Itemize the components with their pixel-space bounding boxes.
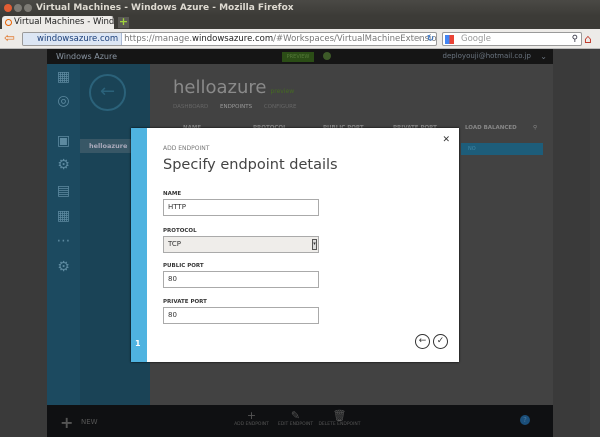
- browser-tab[interactable]: Virtual Machines - Windows Az...: [2, 16, 114, 29]
- chevron-down-icon[interactable]: ⌄: [540, 49, 547, 64]
- minimize-window-button[interactable]: [14, 4, 22, 12]
- user-email[interactable]: deployouji@hotmail.co.jp: [443, 49, 531, 64]
- virtual-machines-icon[interactable]: ▣: [56, 134, 71, 149]
- back-arrow-button[interactable]: ←: [415, 334, 430, 349]
- new-button[interactable]: NEW: [81, 418, 98, 426]
- private-port-label: PRIVATE PORT: [163, 299, 207, 305]
- url-bar[interactable]: windowsazure.com https://manage.windowsaz…: [22, 32, 437, 46]
- all-items-icon[interactable]: ▦: [56, 70, 71, 85]
- window-titlebar: Virtual Machines - Windows Azure - Mozil…: [0, 0, 600, 16]
- preview-badge[interactable]: PREVIEW: [282, 52, 314, 62]
- close-icon[interactable]: ✕: [442, 135, 450, 145]
- protocol-select[interactable]: TCP ▾: [163, 236, 319, 253]
- tab-configure[interactable]: CONFIGURE: [264, 104, 297, 110]
- public-port-label: PUBLIC PORT: [163, 263, 204, 269]
- url-prefix: https://manage.: [124, 34, 193, 44]
- plus-icon[interactable]: +: [60, 413, 73, 432]
- edit-endpoint-label: EDIT ENDPOINT: [277, 422, 314, 427]
- dialog-title: Specify endpoint details: [163, 157, 338, 173]
- new-tab-button[interactable]: +: [118, 16, 129, 28]
- search-icon[interactable]: ⚲: [572, 33, 578, 45]
- protocol-label: PROTOCOL: [163, 228, 197, 234]
- search-input[interactable]: Google ⚲: [442, 32, 582, 46]
- pencil-icon: ✎: [290, 409, 301, 422]
- tab-title: Virtual Machines - Windows Az...: [14, 17, 114, 27]
- delete-endpoint-label: DELETE ENDPOINT: [318, 422, 361, 427]
- tab-endpoints[interactable]: ENDPOINTS: [220, 104, 252, 110]
- tab-bar: Virtual Machines - Windows Az... +: [0, 16, 600, 29]
- bookmark-star-icon[interactable]: ☆▾: [410, 33, 422, 45]
- settings-icon[interactable]: ⚙: [56, 260, 71, 275]
- service-sidebar: ▦ ◎ ▣ ⚙ ▤ ▦ ⋯ ⚙: [47, 64, 80, 405]
- storage-icon[interactable]: ▦: [56, 209, 71, 224]
- dropdown-arrow-icon[interactable]: ▾: [312, 239, 317, 250]
- step-number: 1: [135, 339, 141, 348]
- networks-icon[interactable]: ⋯: [56, 234, 71, 249]
- navigation-bar: ⇦ windowsazure.com https://manage.windows…: [0, 29, 600, 49]
- edit-endpoint-button[interactable]: ✎ EDIT ENDPOINT: [273, 409, 318, 427]
- search-placeholder: Google: [461, 34, 491, 44]
- confirm-check-button[interactable]: ✓: [433, 334, 448, 349]
- site-identity[interactable]: windowsazure.com: [23, 33, 123, 45]
- table-row[interactable]: NO: [461, 143, 543, 155]
- protocol-value: TCP: [168, 240, 181, 248]
- window-title: Virtual Machines - Windows Azure - Mozil…: [36, 3, 294, 13]
- windows-azure-logo[interactable]: Windows Azure: [56, 49, 117, 64]
- help-icon[interactable]: ?: [520, 415, 530, 425]
- public-port-field[interactable]: 80: [163, 271, 319, 288]
- close-window-button[interactable]: [4, 4, 12, 12]
- name-label: NAME: [163, 191, 182, 197]
- url-domain: windowsazure.com: [192, 34, 274, 44]
- table-search-icon[interactable]: ⚲: [533, 125, 537, 131]
- home-icon[interactable]: ⌂: [584, 32, 592, 46]
- page-title: helloazure: [173, 77, 267, 98]
- tab-dashboard[interactable]: DASHBOARD: [173, 104, 208, 110]
- reload-icon[interactable]: ↻: [427, 33, 434, 45]
- feedback-icon[interactable]: [323, 52, 331, 60]
- google-icon: [445, 35, 454, 44]
- web-sites-icon[interactable]: ◎: [56, 94, 71, 109]
- add-endpoint-button[interactable]: + ADD ENDPOINT: [229, 409, 274, 427]
- loading-icon: [5, 19, 12, 26]
- name-field[interactable]: HTTP: [163, 199, 319, 216]
- plus-icon: +: [246, 409, 257, 422]
- scrollbar[interactable]: [590, 49, 600, 437]
- command-bar: + NEW + ADD ENDPOINT ✎ EDIT ENDPOINT 🗑 DELE…: [47, 405, 553, 437]
- trash-icon: 🗑: [332, 409, 347, 422]
- delete-endpoint-button[interactable]: 🗑 DELETE ENDPOINT: [317, 409, 362, 427]
- add-endpoint-dialog: 1 ✕ ADD ENDPOINT Specify endpoint detail…: [131, 128, 459, 362]
- back-circle-button[interactable]: ←: [89, 74, 126, 111]
- back-arrow-icon[interactable]: ⇦: [4, 32, 15, 45]
- sql-databases-icon[interactable]: ▤: [56, 184, 71, 199]
- wizard-step-bar: 1: [131, 128, 147, 362]
- column-load-balanced[interactable]: LOAD BALANCED: [465, 125, 517, 131]
- private-port-field[interactable]: 80: [163, 307, 319, 324]
- preview-label: preview: [270, 88, 295, 95]
- portal-header: Windows Azure PREVIEW deployouji@hotmail…: [47, 49, 553, 64]
- dialog-caption: ADD ENDPOINT: [163, 145, 210, 152]
- maximize-window-button[interactable]: [24, 4, 32, 12]
- cloud-services-icon[interactable]: ⚙: [56, 158, 71, 173]
- add-endpoint-label: ADD ENDPOINT: [234, 422, 269, 427]
